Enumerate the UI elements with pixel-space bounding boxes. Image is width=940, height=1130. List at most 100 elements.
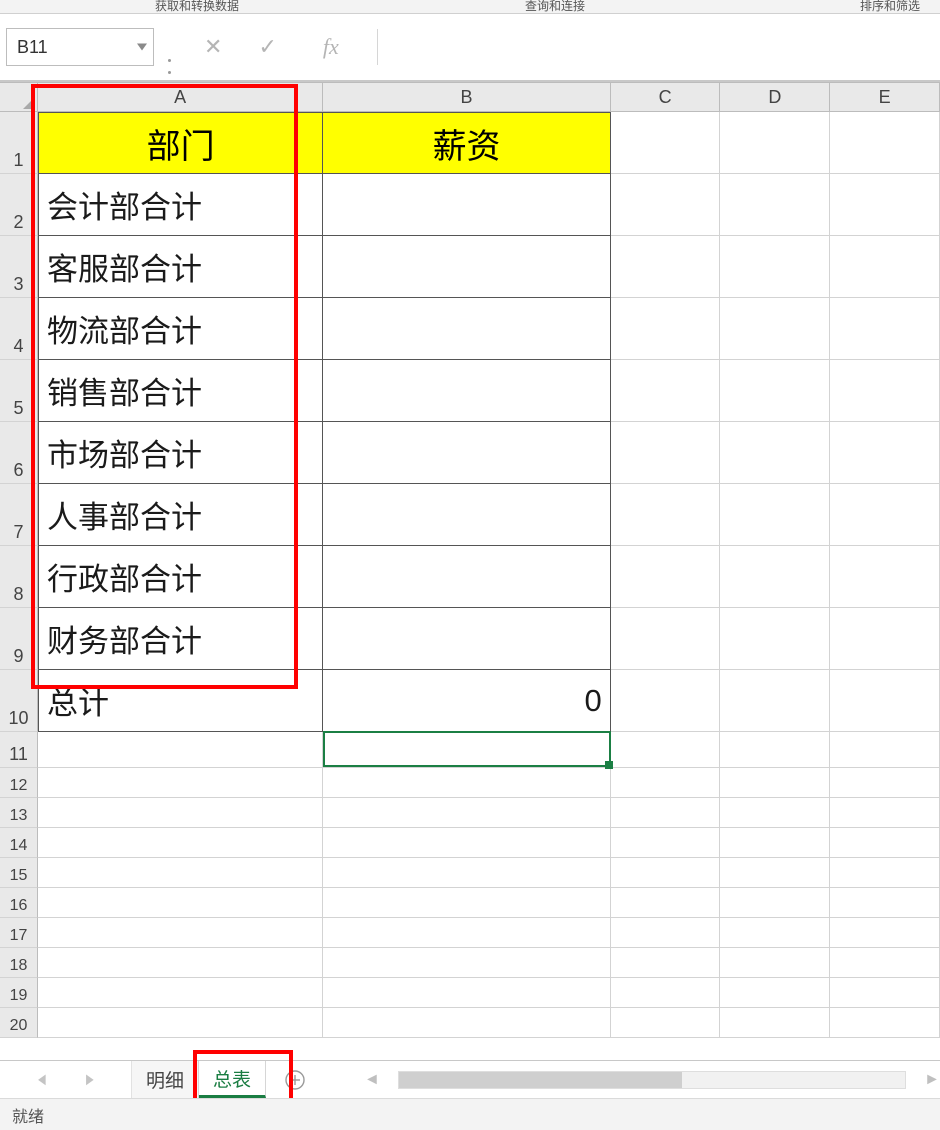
cell-A6[interactable]: 市场部合计 (38, 422, 323, 484)
scrollbar-thumb[interactable] (399, 1072, 683, 1088)
row-header-8[interactable]: 8 (0, 546, 38, 608)
cell-E8[interactable] (830, 546, 940, 608)
cell-E19[interactable] (830, 978, 940, 1008)
formula-input[interactable] (377, 29, 934, 65)
cell-C13[interactable] (611, 798, 721, 828)
row-header-6[interactable]: 6 (0, 422, 38, 484)
cell-A16[interactable] (38, 888, 323, 918)
cell-A20[interactable] (38, 1008, 323, 1038)
cell-D20[interactable] (720, 1008, 830, 1038)
cell-C2[interactable] (611, 174, 721, 236)
cell-E7[interactable] (830, 484, 940, 546)
cell-D6[interactable] (720, 422, 830, 484)
cell-B1[interactable]: 薪资 (323, 112, 610, 174)
sheet-tab-summary[interactable]: 总表 (199, 1061, 266, 1098)
row-header-7[interactable]: 7 (0, 484, 38, 546)
row-header-14[interactable]: 14 (0, 828, 38, 858)
cell-C5[interactable] (611, 360, 721, 422)
cell-C8[interactable] (611, 546, 721, 608)
row-header-11[interactable]: 11 (0, 732, 38, 768)
tab-nav-prev-icon[interactable]: ◄ (35, 1069, 47, 1090)
cell-D7[interactable] (720, 484, 830, 546)
row-header-20[interactable]: 20 (0, 1008, 38, 1038)
row-header-9[interactable]: 9 (0, 608, 38, 670)
cell-C3[interactable] (611, 236, 721, 298)
cell-B18[interactable] (323, 948, 610, 978)
cell-B5[interactable] (323, 360, 610, 422)
cell-D17[interactable] (720, 918, 830, 948)
cell-B6[interactable] (323, 422, 610, 484)
cell-D12[interactable] (720, 768, 830, 798)
cell-E11[interactable] (830, 732, 940, 768)
cell-E15[interactable] (830, 858, 940, 888)
cell-D5[interactable] (720, 360, 830, 422)
insert-function-button[interactable]: fx (323, 34, 339, 60)
cell-A14[interactable] (38, 828, 323, 858)
cell-D15[interactable] (720, 858, 830, 888)
cell-B20[interactable] (323, 1008, 610, 1038)
cell-B7[interactable] (323, 484, 610, 546)
cell-E13[interactable] (830, 798, 940, 828)
scrollbar-track[interactable] (398, 1071, 906, 1089)
row-header-15[interactable]: 15 (0, 858, 38, 888)
cell-C9[interactable] (611, 608, 721, 670)
cell-E20[interactable] (830, 1008, 940, 1038)
cell-D9[interactable] (720, 608, 830, 670)
cell-E17[interactable] (830, 918, 940, 948)
cell-A5[interactable]: 销售部合计 (38, 360, 323, 422)
column-header-c[interactable]: C (611, 82, 721, 111)
column-header-b[interactable]: B (323, 82, 610, 111)
scroll-right-icon[interactable]: ► (924, 1071, 940, 1089)
add-sheet-button[interactable] (266, 1061, 324, 1098)
cell-C1[interactable] (611, 112, 721, 174)
cell-E2[interactable] (830, 174, 940, 236)
cell-D4[interactable] (720, 298, 830, 360)
cell-E5[interactable] (830, 360, 940, 422)
row-header-10[interactable]: 10 (0, 670, 38, 732)
cell-E14[interactable] (830, 828, 940, 858)
name-box[interactable]: B11 (6, 28, 154, 66)
row-header-19[interactable]: 19 (0, 978, 38, 1008)
cell-D10[interactable] (720, 670, 830, 732)
cell-A8[interactable]: 行政部合计 (38, 546, 323, 608)
cell-C10[interactable] (611, 670, 721, 732)
cell-D14[interactable] (720, 828, 830, 858)
cell-E3[interactable] (830, 236, 940, 298)
cell-A15[interactable] (38, 858, 323, 888)
cell-B3[interactable] (323, 236, 610, 298)
row-header-17[interactable]: 17 (0, 918, 38, 948)
cell-D1[interactable] (720, 112, 830, 174)
cell-E12[interactable] (830, 768, 940, 798)
cell-C16[interactable] (611, 888, 721, 918)
cell-D16[interactable] (720, 888, 830, 918)
cell-C15[interactable] (611, 858, 721, 888)
cell-E16[interactable] (830, 888, 940, 918)
tab-nav-next-icon[interactable]: ► (83, 1069, 95, 1090)
row-header-12[interactable]: 12 (0, 768, 38, 798)
cell-B8[interactable] (323, 546, 610, 608)
cell-A19[interactable] (38, 978, 323, 1008)
cell-B19[interactable] (323, 978, 610, 1008)
cell-E10[interactable] (830, 670, 940, 732)
row-header-5[interactable]: 5 (0, 360, 38, 422)
cell-A1[interactable]: 部门 (38, 112, 323, 174)
cell-B13[interactable] (323, 798, 610, 828)
cell-B14[interactable] (323, 828, 610, 858)
cell-D13[interactable] (720, 798, 830, 828)
cell-C19[interactable] (611, 978, 721, 1008)
cell-B9[interactable] (323, 608, 610, 670)
chevron-down-icon[interactable] (137, 44, 147, 51)
cell-D8[interactable] (720, 546, 830, 608)
row-header-1[interactable]: 1 (0, 112, 38, 174)
sheet-tab-detail[interactable]: 明细 (132, 1061, 199, 1098)
cell-B11[interactable] (323, 732, 610, 768)
cell-C6[interactable] (611, 422, 721, 484)
cell-C14[interactable] (611, 828, 721, 858)
cell-C20[interactable] (611, 1008, 721, 1038)
cell-C4[interactable] (611, 298, 721, 360)
cell-D19[interactable] (720, 978, 830, 1008)
column-header-d[interactable]: D (720, 82, 830, 111)
cell-C18[interactable] (611, 948, 721, 978)
cell-A3[interactable]: 客服部合计 (38, 236, 323, 298)
cell-E9[interactable] (830, 608, 940, 670)
